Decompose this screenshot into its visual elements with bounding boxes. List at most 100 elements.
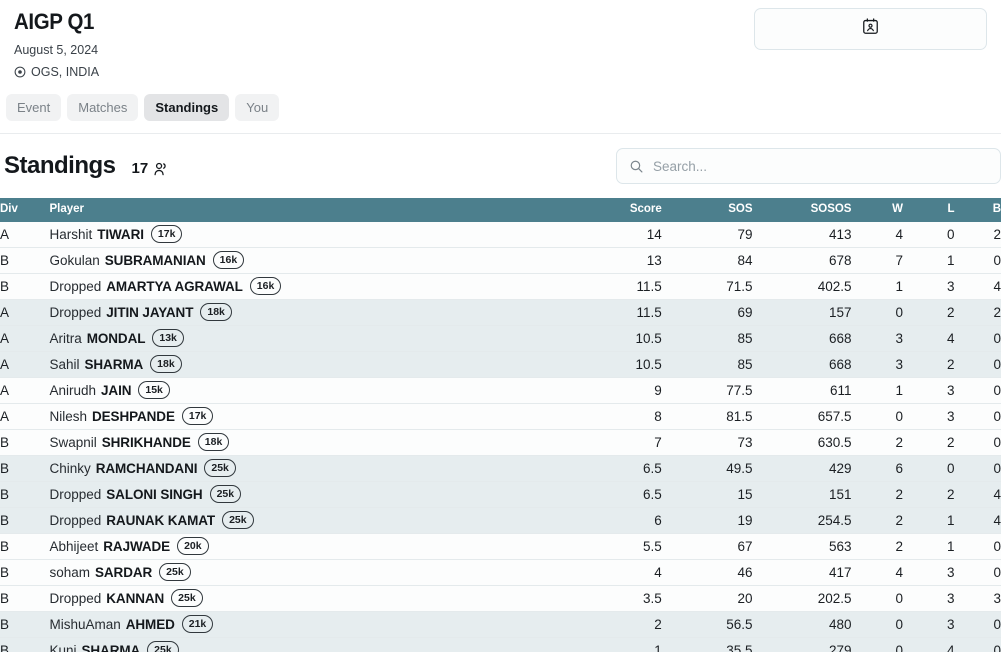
standings-table: Div Player Score SOS SOSOS W L B AHarshi… xyxy=(0,198,1001,652)
cell-score: 6 xyxy=(586,507,662,533)
table-row[interactable]: BDroppedRAUNAK KAMAT25k619254.5214 xyxy=(0,507,1001,533)
player-first-name: Dropped xyxy=(49,300,101,325)
player-name: AritraMONDAL13k xyxy=(49,326,183,351)
page-title: AIGP Q1 xyxy=(14,8,94,36)
cell-sosos: 611 xyxy=(753,377,852,403)
player-rating-badge: 15k xyxy=(138,381,170,399)
cell-score: 1 xyxy=(586,637,662,652)
cell-score: 14 xyxy=(586,222,662,248)
cell-sos: 73 xyxy=(662,429,753,455)
cell-div: B xyxy=(0,455,49,481)
search-input[interactable] xyxy=(653,159,988,174)
column-header-div[interactable]: Div xyxy=(0,198,49,222)
table-row[interactable]: BDroppedKANNAN25k3.520202.5033 xyxy=(0,585,1001,611)
tab-matches[interactable]: Matches xyxy=(67,94,138,121)
cell-sos: 81.5 xyxy=(662,403,753,429)
player-badge-button[interactable] xyxy=(754,8,987,50)
cell-score: 6.5 xyxy=(586,481,662,507)
player-rating-badge: 25k xyxy=(159,563,191,581)
cell-w: 6 xyxy=(851,455,903,481)
cell-player: SwapnilSHRIKHANDE18k xyxy=(49,429,585,455)
tab-standings[interactable]: Standings xyxy=(144,94,229,121)
table-row[interactable]: ANileshDESHPANDE17k881.5657.5030 xyxy=(0,403,1001,429)
column-header-sos[interactable]: SOS xyxy=(662,198,753,222)
cell-div: A xyxy=(0,299,49,325)
column-header-l[interactable]: L xyxy=(903,198,955,222)
cell-sos: 79 xyxy=(662,222,753,248)
table-row[interactable]: BChinkyRAMCHANDANI25k6.549.5429600 xyxy=(0,455,1001,481)
player-last-name: SHARMA xyxy=(82,638,141,652)
column-header-score[interactable]: Score xyxy=(586,198,662,222)
player-rating-badge: 25k xyxy=(222,511,254,529)
column-header-w[interactable]: W xyxy=(851,198,903,222)
cell-sosos: 480 xyxy=(753,611,852,637)
player-last-name: RAUNAK KAMAT xyxy=(106,508,215,533)
column-header-sosos[interactable]: SOSOS xyxy=(753,198,852,222)
cell-sosos: 254.5 xyxy=(753,507,852,533)
player-last-name: SUBRAMANIAN xyxy=(105,248,206,273)
column-header-player[interactable]: Player xyxy=(49,198,585,222)
search-icon xyxy=(629,159,644,174)
cell-player: sohamSARDAR25k xyxy=(49,559,585,585)
player-rating-badge: 21k xyxy=(182,615,214,633)
tab-event[interactable]: Event xyxy=(6,94,61,121)
table-row[interactable]: AAnirudhJAIN15k977.5611130 xyxy=(0,377,1001,403)
table-row[interactable]: AAritraMONDAL13k10.585668340 xyxy=(0,325,1001,351)
player-rating-badge: 17k xyxy=(182,407,214,425)
table-row[interactable]: AHarshitTIWARI17k1479413402 xyxy=(0,222,1001,248)
cell-score: 13 xyxy=(586,247,662,273)
cell-sosos: 630.5 xyxy=(753,429,852,455)
cell-player: ChinkyRAMCHANDANI25k xyxy=(49,455,585,481)
cell-l: 2 xyxy=(903,481,955,507)
cell-player: DroppedSALONI SINGH25k xyxy=(49,481,585,507)
cell-div: A xyxy=(0,222,49,248)
player-first-name: Aritra xyxy=(49,326,81,351)
cell-sos: 46 xyxy=(662,559,753,585)
player-first-name: Abhijeet xyxy=(49,534,98,559)
cell-w: 2 xyxy=(851,533,903,559)
player-first-name: Dropped xyxy=(49,274,101,299)
player-rating-badge: 16k xyxy=(250,277,282,295)
cell-b: 0 xyxy=(955,403,1001,429)
table-row[interactable]: BAbhijeetRAJWADE20k5.567563210 xyxy=(0,533,1001,559)
tab-you[interactable]: You xyxy=(235,94,279,121)
cell-b: 0 xyxy=(955,429,1001,455)
player-first-name: Harshit xyxy=(49,222,92,247)
player-name: MishuAmanAHMED21k xyxy=(49,612,213,637)
table-row[interactable]: BKunjSHARMA25k135.5279040 xyxy=(0,637,1001,652)
cell-l: 4 xyxy=(903,325,955,351)
table-row[interactable]: BMishuAmanAHMED21k256.5480030 xyxy=(0,611,1001,637)
cell-w: 0 xyxy=(851,299,903,325)
table-row[interactable]: BsohamSARDAR25k446417430 xyxy=(0,559,1001,585)
player-last-name: SHARMA xyxy=(85,352,144,377)
cell-div: A xyxy=(0,351,49,377)
player-rating-badge: 25k xyxy=(204,459,236,477)
cell-l: 2 xyxy=(903,299,955,325)
event-location-label: OGS, INDIA xyxy=(31,64,99,80)
table-row[interactable]: BDroppedSALONI SINGH25k6.515151224 xyxy=(0,481,1001,507)
search-box[interactable] xyxy=(616,148,1001,184)
standings-title: Standings xyxy=(4,152,116,180)
cell-div: B xyxy=(0,247,49,273)
cell-sos: 49.5 xyxy=(662,455,753,481)
table-row[interactable]: ADroppedJITIN JAYANT18k11.569157022 xyxy=(0,299,1001,325)
cell-sos: 69 xyxy=(662,299,753,325)
table-row[interactable]: ASahilSHARMA18k10.585668320 xyxy=(0,351,1001,377)
cell-sos: 85 xyxy=(662,325,753,351)
cell-player: DroppedRAUNAK KAMAT25k xyxy=(49,507,585,533)
player-last-name: SALONI SINGH xyxy=(106,482,202,507)
player-rating-badge: 18k xyxy=(200,303,232,321)
cell-sosos: 668 xyxy=(753,351,852,377)
section-tabs: Event Matches Standings You xyxy=(0,80,1001,121)
cell-div: B xyxy=(0,533,49,559)
standings-toolbar: Standings 17 xyxy=(0,134,1001,198)
cell-l: 2 xyxy=(903,429,955,455)
player-name: DroppedJITIN JAYANT18k xyxy=(49,300,231,325)
table-row[interactable]: BSwapnilSHRIKHANDE18k773630.5220 xyxy=(0,429,1001,455)
cell-w: 0 xyxy=(851,637,903,652)
table-row[interactable]: BGokulanSUBRAMANIAN16k1384678710 xyxy=(0,247,1001,273)
column-header-b[interactable]: B xyxy=(955,198,1001,222)
cell-b: 4 xyxy=(955,507,1001,533)
table-row[interactable]: BDroppedAMARTYA AGRAWAL16k11.571.5402.51… xyxy=(0,273,1001,299)
id-badge-icon xyxy=(861,17,880,41)
